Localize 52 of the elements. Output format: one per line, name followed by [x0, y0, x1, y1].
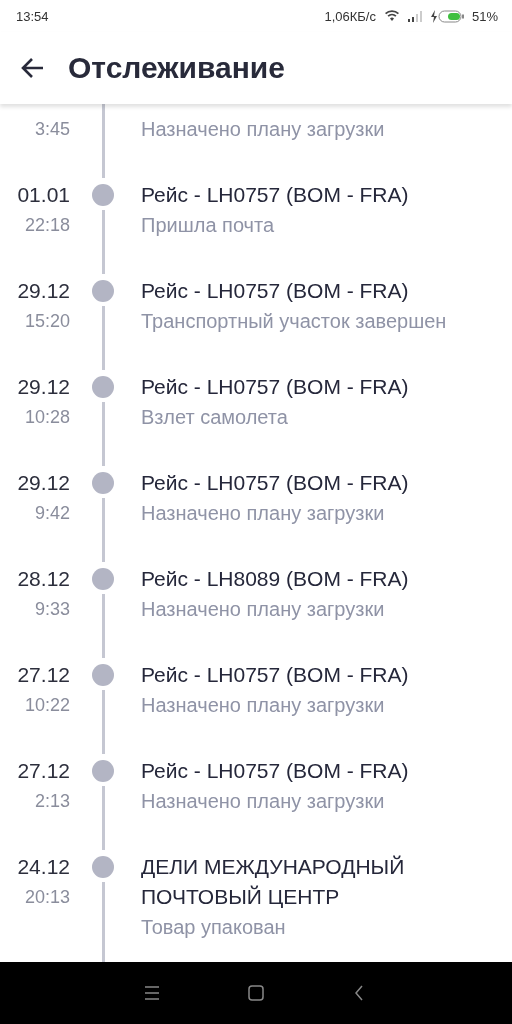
event-status: Транспортный участок завершен — [141, 309, 448, 334]
event-status: Назначено плану загрузки — [141, 789, 386, 814]
timeline-dot — [92, 664, 114, 686]
event-title: Рейс - LH0757 (BOM - FRA) — [141, 758, 410, 784]
event-status: Назначено плану загрузки — [141, 693, 386, 718]
home-icon[interactable] — [247, 984, 265, 1002]
event-title: Рейс - LH0757 (BOM - FRA) — [141, 278, 410, 304]
event-date: 29.12 — [17, 470, 70, 496]
event-date: 28.12 — [17, 566, 70, 592]
battery-icon — [429, 9, 464, 23]
event-time: 2:13 — [34, 790, 70, 813]
battery-percent: 51% — [471, 8, 498, 24]
signal-icon — [407, 10, 422, 22]
event-status: Назначено плану загрузки — [141, 117, 386, 142]
timeline-dot — [92, 280, 114, 302]
event-time: 15:20 — [24, 310, 70, 333]
event-title: Рейс - LH0757 (BOM - FRA) — [141, 374, 410, 400]
event-time: 9:33 — [34, 598, 70, 621]
event-time: 20:13 — [24, 886, 70, 909]
timeline-dot — [92, 760, 114, 782]
event-title: ДЕЛИ МЕЖДУНАРОДНЫЙ ПОЧТОВЫЙ ЦЕНТР — [141, 854, 406, 910]
event-time: 22:18 — [24, 214, 70, 237]
event-title: Рейс - LH8089 (BOM - FRA) — [141, 566, 410, 592]
clock: 13:54 — [16, 8, 49, 24]
event-title: Рейс - LH0757 (BOM - FRA) — [141, 182, 410, 208]
event-time: 10:28 — [24, 406, 70, 429]
back-arrow-icon[interactable] — [20, 57, 44, 79]
event-status: Пришла почта — [141, 213, 276, 238]
event-date: 24.12 — [17, 854, 70, 880]
event-time: 9:42 — [34, 502, 70, 525]
event-status: Назначено плану загрузки — [141, 597, 386, 622]
event-date: 01.01 — [17, 182, 70, 208]
event-status: Товар упакован — [141, 915, 287, 940]
wifi-icon — [383, 10, 400, 22]
network-speed: 1,06КБ/с — [324, 8, 376, 24]
event-date: 29.12 — [17, 278, 70, 304]
event-date: 27.12 — [17, 662, 70, 688]
event-date: 27.12 — [17, 758, 70, 784]
event-title: Рейс - LH0757 (BOM - FRA) — [141, 662, 410, 688]
timeline-dot — [92, 472, 114, 494]
event-status: Взлет самолета — [141, 405, 289, 430]
event-time: 3:45 — [34, 118, 70, 141]
page-title: Отслеживание — [68, 51, 285, 85]
timeline-dot — [92, 856, 114, 878]
event-status: Назначено плану загрузки — [141, 501, 386, 526]
timeline-dot — [92, 568, 114, 590]
event-time: 10:22 — [24, 694, 70, 717]
timeline-dot — [92, 184, 114, 206]
event-date: 29.12 — [17, 374, 70, 400]
timeline-dot — [92, 376, 114, 398]
menu-icon[interactable] — [143, 984, 161, 1002]
event-title: Рейс - LH0757 (BOM - FRA) — [141, 470, 410, 496]
